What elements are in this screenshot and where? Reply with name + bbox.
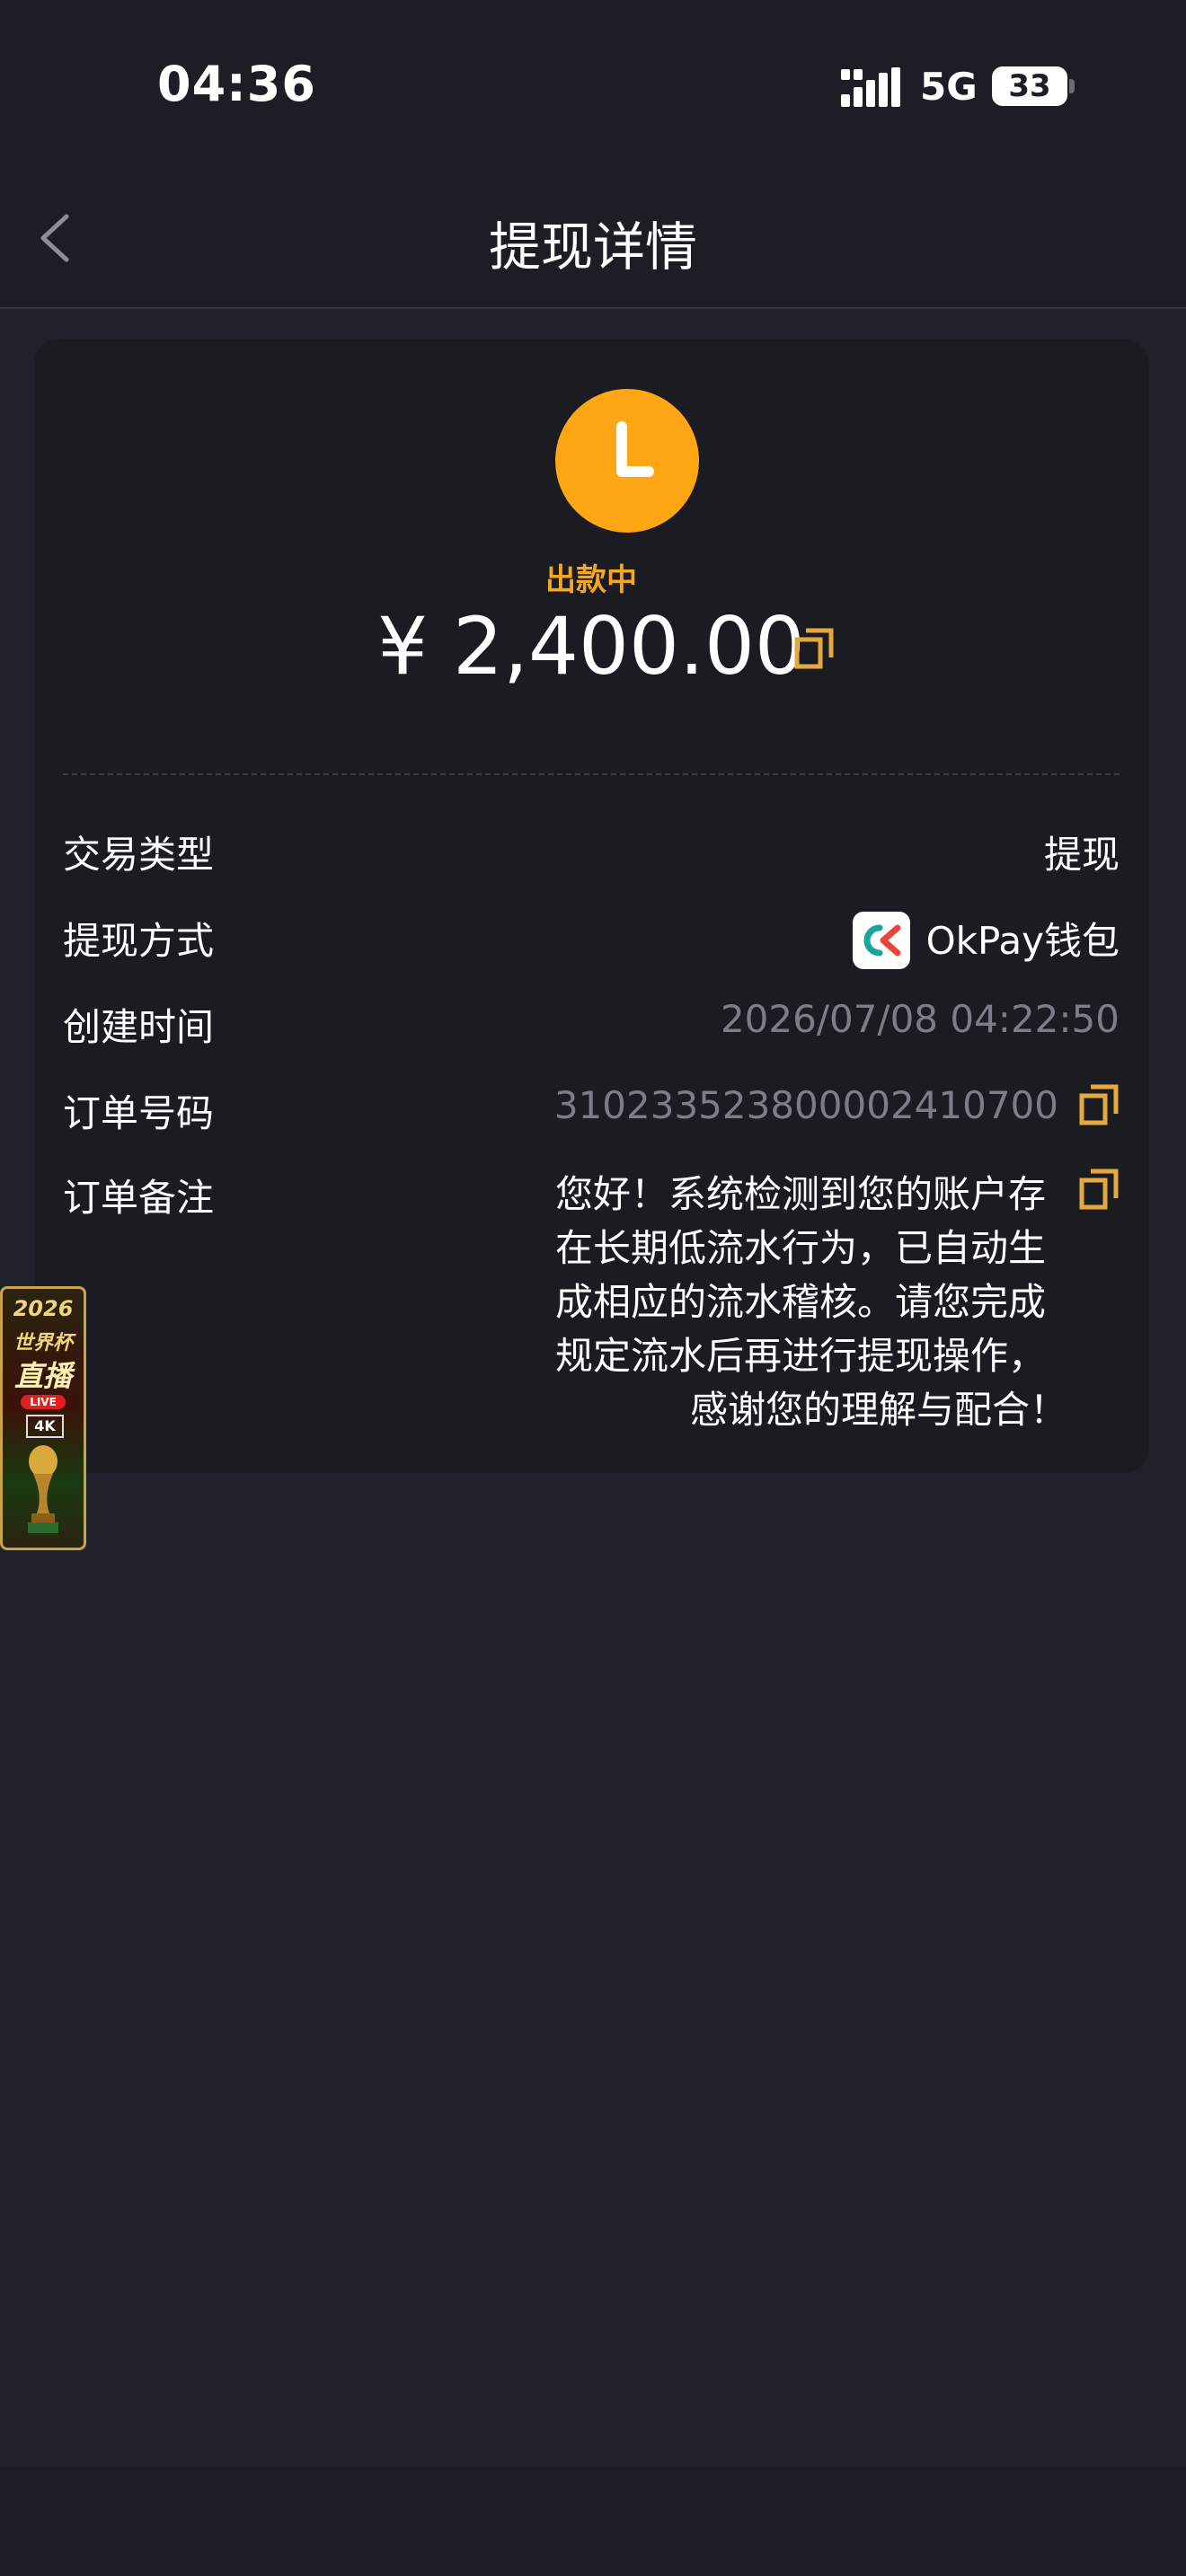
remark-line: 成相应的流水稽核。请您完成 — [555, 1280, 1047, 1324]
order-remark-text: 您好！系统检测到您的账户存 在长期低流水行为，已自动生 成相应的流水稽核。请您完… — [555, 1168, 1067, 1437]
created-time-value: 2026/07/08 04:22:50 — [720, 997, 1120, 1041]
order-remark-label: 订单备注 — [63, 1176, 215, 1220]
bottom-safe-area — [0, 2466, 1186, 2576]
remark-line: 规定流水后再进行提现操作， — [555, 1334, 1047, 1378]
battery-level: 33 — [1008, 68, 1051, 104]
remark-line: 在长期低流水行为，已自动生 — [555, 1226, 1047, 1270]
row-transaction-type: 交易类型 提现 — [63, 825, 1120, 887]
signal-icon — [841, 67, 900, 107]
withdraw-method-value: OkPay钱包 — [852, 911, 1120, 973]
okpay-logo-icon — [852, 911, 910, 969]
status-label: 出款中 — [545, 562, 637, 598]
status-time: 04:36 — [157, 56, 316, 112]
amount-row: ¥ 2,400.00 — [34, 600, 1148, 693]
copy-icon[interactable] — [793, 627, 835, 670]
page-title: 提现详情 — [488, 216, 697, 278]
withdrawal-detail-card: 出款中 ¥ 2,400.00 交易类型 提现 提现方式 OkPay钱包 创建时间… — [34, 340, 1148, 1473]
promo-year: 2026 — [13, 1296, 74, 1321]
transaction-type-value: 提现 — [1043, 833, 1120, 877]
promo-line1: 世界杯 — [13, 1332, 73, 1354]
copy-icon[interactable] — [1078, 1168, 1120, 1211]
trophy-icon — [28, 1445, 58, 1533]
row-order-number: 订单号码 310233523800002410700 — [63, 1083, 1120, 1146]
remark-line: 感谢您的理解与配合！ — [689, 1388, 1067, 1432]
order-number-value: 310233523800002410700 — [553, 1083, 1058, 1127]
amount-value: ¥ 2,400.00 — [377, 600, 805, 693]
remark-line: 您好！系统检测到您的账户存 — [555, 1172, 1047, 1216]
promo-line2: 直播 — [13, 1359, 72, 1393]
copy-icon[interactable] — [1078, 1083, 1120, 1126]
nav-header: 提现详情 — [0, 171, 1186, 309]
row-created-time: 创建时间 2026/07/08 04:22:50 — [63, 997, 1120, 1060]
transaction-type-label: 交易类型 — [63, 833, 215, 877]
withdraw-method-label: 提现方式 — [63, 919, 215, 963]
clock-icon — [555, 389, 699, 533]
row-withdraw-method: 提现方式 OkPay钱包 — [63, 904, 1120, 975]
withdraw-method-text: OkPay钱包 — [925, 919, 1120, 963]
battery-icon: 33 — [992, 66, 1067, 106]
order-number-label: 订单号码 — [63, 1091, 215, 1135]
network-type: 5G — [920, 65, 978, 109]
promo-4k-badge: 4K — [26, 1415, 64, 1438]
status-bar: 04:36 5G 33 — [0, 0, 1186, 171]
worldcup-live-promo[interactable]: 2026 世界杯 直播 LIVE 4K — [0, 1286, 86, 1550]
created-time-label: 创建时间 — [63, 1005, 215, 1049]
battery-tip — [1069, 79, 1075, 93]
dashed-divider — [63, 773, 1120, 775]
row-order-remark: 订单备注 您好！系统检测到您的账户存 在长期低流水行为，已自动生 成相应的流水稽… — [63, 1168, 1120, 1455]
promo-live-badge: LIVE — [21, 1395, 66, 1409]
